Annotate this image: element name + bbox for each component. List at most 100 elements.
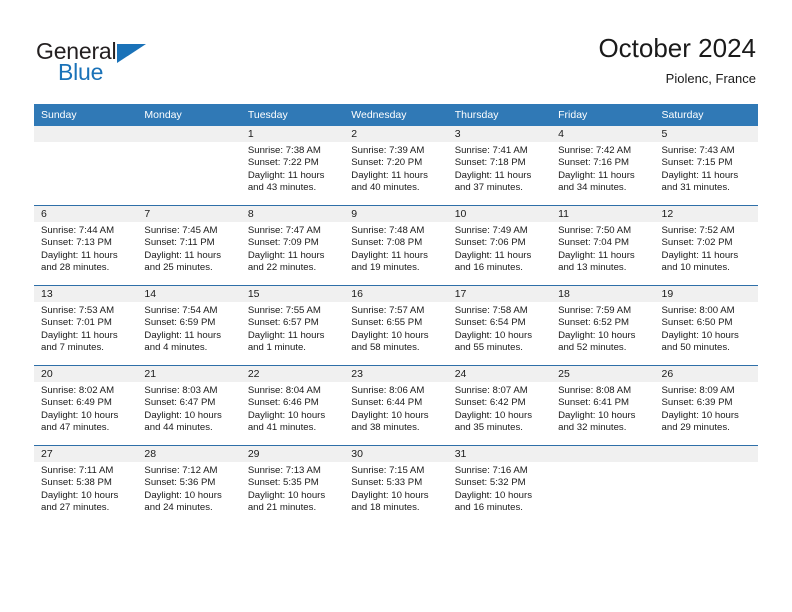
day-details: Sunrise: 7:13 AM Sunset: 5:35 PM Dayligh… [241,462,344,515]
day-cell[interactable]: 17 Sunrise: 7:58 AM Sunset: 6:54 PM Dayl… [447,285,552,366]
day-details: Sunrise: 7:15 AM Sunset: 5:33 PM Dayligh… [344,462,447,515]
day-cell[interactable]: 30 Sunrise: 7:15 AM Sunset: 5:33 PM Dayl… [344,445,448,525]
day-cell[interactable]: 20 Sunrise: 8:02 AM Sunset: 6:49 PM Dayl… [34,365,138,446]
day-details: Sunrise: 7:53 AM Sunset: 7:01 PM Dayligh… [34,302,137,355]
day-cell[interactable]: 11 Sunrise: 7:50 AM Sunset: 7:04 PM Dayl… [551,205,655,286]
day-cell[interactable]: 7 Sunrise: 7:45 AM Sunset: 7:11 PM Dayli… [137,205,241,286]
daylight-text: Daylight: 10 hours and 52 minutes. [558,329,636,354]
calendar-week-row: 6 Sunrise: 7:44 AM Sunset: 7:13 PM Dayli… [34,205,758,286]
day-cell[interactable]: 9 Sunrise: 7:48 AM Sunset: 7:08 PM Dayli… [344,205,448,286]
sunrise-text: Sunrise: 8:06 AM [351,385,425,396]
day-cell[interactable]: 26 Sunrise: 8:09 AM Sunset: 6:39 PM Dayl… [654,365,758,446]
calendar-table: Sunday Monday Tuesday Wednesday Thursday… [34,104,758,525]
day-cell[interactable]: 8 Sunrise: 7:47 AM Sunset: 7:09 PM Dayli… [240,205,345,286]
day-number [34,126,138,142]
weekday-header-tuesday: Tuesday [240,104,345,126]
calendar-week-row: 1 Sunrise: 7:38 AM Sunset: 7:22 PM Dayli… [34,126,758,206]
day-cell[interactable]: 23 Sunrise: 8:06 AM Sunset: 6:44 PM Dayl… [344,365,448,446]
general-blue-logo[interactable]: General Blue [36,38,236,94]
daylight-text: Daylight: 11 hours and 25 minutes. [144,249,222,274]
day-cell[interactable]: 24 Sunrise: 8:07 AM Sunset: 6:42 PM Dayl… [447,365,552,446]
day-details: Sunrise: 8:09 AM Sunset: 6:39 PM Dayligh… [655,382,758,435]
sunrise-text: Sunrise: 7:11 AM [41,465,114,476]
day-details: Sunrise: 7:43 AM Sunset: 7:15 PM Dayligh… [655,142,758,195]
day-number: 20 [34,366,138,382]
day-number: 5 [654,126,758,142]
day-number: 2 [344,126,448,142]
day-cell[interactable]: 19 Sunrise: 8:00 AM Sunset: 6:50 PM Dayl… [654,285,758,366]
sunset-text: Sunset: 6:59 PM [144,317,216,329]
day-number: 12 [654,206,758,222]
day-cell[interactable]: 18 Sunrise: 7:59 AM Sunset: 6:52 PM Dayl… [551,285,655,366]
day-cell[interactable] [34,126,138,206]
sunrise-text: Sunrise: 7:44 AM [41,225,115,236]
day-cell[interactable]: 4 Sunrise: 7:42 AM Sunset: 7:16 PM Dayli… [551,126,655,206]
daylight-text: Daylight: 10 hours and 35 minutes. [454,409,533,434]
calendar-week-row: 20 Sunrise: 8:02 AM Sunset: 6:49 PM Dayl… [34,365,758,446]
day-number: 17 [447,286,552,302]
day-number: 1 [240,126,345,142]
day-cell[interactable]: 15 Sunrise: 7:55 AM Sunset: 6:57 PM Dayl… [240,285,345,366]
day-cell[interactable] [654,445,758,525]
sunrise-text: Sunrise: 7:38 AM [247,145,321,156]
daylight-text: Daylight: 10 hours and 55 minutes. [454,329,533,354]
day-cell[interactable]: 13 Sunrise: 7:53 AM Sunset: 7:01 PM Dayl… [34,285,138,366]
day-details [655,462,758,465]
day-cell[interactable]: 29 Sunrise: 7:13 AM Sunset: 5:35 PM Dayl… [240,445,345,525]
daylight-text: Daylight: 10 hours and 16 minutes. [454,489,533,514]
day-cell[interactable]: 3 Sunrise: 7:41 AM Sunset: 7:18 PM Dayli… [447,126,552,206]
day-number: 28 [137,446,241,462]
day-details: Sunrise: 7:42 AM Sunset: 7:16 PM Dayligh… [551,142,654,195]
sunrise-text: Sunrise: 7:59 AM [558,305,632,316]
day-number: 3 [447,126,552,142]
day-cell[interactable]: 2 Sunrise: 7:39 AM Sunset: 7:20 PM Dayli… [344,126,448,206]
sunrise-text: Sunrise: 7:12 AM [144,465,218,476]
day-cell[interactable]: 27 Sunrise: 7:11 AM Sunset: 5:38 PM Dayl… [34,445,138,525]
day-details: Sunrise: 7:47 AM Sunset: 7:09 PM Dayligh… [241,222,344,275]
day-cell[interactable]: 25 Sunrise: 8:08 AM Sunset: 6:41 PM Dayl… [551,365,655,446]
daylight-text: Daylight: 10 hours and 27 minutes. [41,489,119,514]
day-cell[interactable]: 12 Sunrise: 7:52 AM Sunset: 7:02 PM Dayl… [654,205,758,286]
daylight-text: Daylight: 11 hours and 40 minutes. [351,169,428,194]
sunset-text: Sunset: 5:32 PM [454,477,526,489]
day-number: 25 [551,366,655,382]
weekday-header-friday: Friday [551,104,655,126]
day-details: Sunrise: 7:57 AM Sunset: 6:55 PM Dayligh… [344,302,447,355]
day-details: Sunrise: 8:04 AM Sunset: 6:46 PM Dayligh… [241,382,344,435]
sunrise-text: Sunrise: 8:03 AM [144,385,218,396]
day-cell[interactable]: 21 Sunrise: 8:03 AM Sunset: 6:47 PM Dayl… [137,365,241,446]
day-cell[interactable]: 6 Sunrise: 7:44 AM Sunset: 7:13 PM Dayli… [34,205,138,286]
sunset-text: Sunset: 7:18 PM [454,157,526,169]
day-cell[interactable]: 5 Sunrise: 7:43 AM Sunset: 7:15 PM Dayli… [654,126,758,206]
day-number: 14 [137,286,241,302]
day-cell[interactable]: 31 Sunrise: 7:16 AM Sunset: 5:32 PM Dayl… [447,445,552,525]
day-number: 8 [240,206,345,222]
daylight-text: Daylight: 10 hours and 50 minutes. [661,329,739,354]
daylight-text: Daylight: 11 hours and 28 minutes. [41,249,118,274]
day-cell[interactable] [551,445,655,525]
sunset-text: Sunset: 7:06 PM [454,237,526,249]
day-details: Sunrise: 7:49 AM Sunset: 7:06 PM Dayligh… [448,222,551,275]
day-cell[interactable] [137,126,241,206]
daylight-text: Daylight: 11 hours and 16 minutes. [454,249,532,274]
sunrise-text: Sunrise: 8:07 AM [454,385,528,396]
day-cell[interactable]: 16 Sunrise: 7:57 AM Sunset: 6:55 PM Dayl… [344,285,448,366]
day-cell[interactable]: 1 Sunrise: 7:38 AM Sunset: 7:22 PM Dayli… [240,126,345,206]
weekday-header-wednesday: Wednesday [344,104,448,126]
day-details: Sunrise: 8:00 AM Sunset: 6:50 PM Dayligh… [655,302,758,355]
calendar-body: 1 Sunrise: 7:38 AM Sunset: 7:22 PM Dayli… [34,126,758,525]
daylight-text: Daylight: 11 hours and 1 minute. [247,329,325,354]
day-number: 15 [240,286,345,302]
page-subtitle: Piolenc, France [665,71,756,86]
day-cell[interactable]: 22 Sunrise: 8:04 AM Sunset: 6:46 PM Dayl… [240,365,345,446]
day-details: Sunrise: 7:16 AM Sunset: 5:32 PM Dayligh… [448,462,551,515]
sunrise-text: Sunrise: 7:47 AM [247,225,321,236]
day-details: Sunrise: 7:54 AM Sunset: 6:59 PM Dayligh… [137,302,240,355]
day-details: Sunrise: 8:02 AM Sunset: 6:49 PM Dayligh… [34,382,137,435]
day-cell[interactable]: 28 Sunrise: 7:12 AM Sunset: 5:36 PM Dayl… [137,445,241,525]
day-cell[interactable]: 10 Sunrise: 7:49 AM Sunset: 7:06 PM Dayl… [447,205,552,286]
sunset-text: Sunset: 6:49 PM [41,397,112,409]
day-cell[interactable]: 14 Sunrise: 7:54 AM Sunset: 6:59 PM Dayl… [137,285,241,366]
daylight-text: Daylight: 11 hours and 43 minutes. [247,169,325,194]
sunset-text: Sunset: 6:52 PM [558,317,630,329]
